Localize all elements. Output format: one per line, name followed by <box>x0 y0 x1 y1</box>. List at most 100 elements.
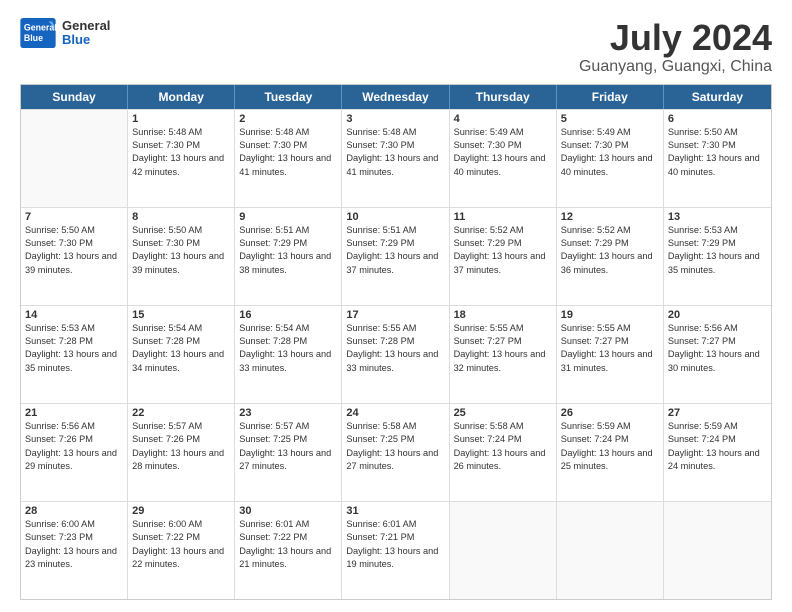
month-year-title: July 2024 <box>579 18 772 58</box>
calendar-cell-30: 30Sunrise: 6:01 AMSunset: 7:22 PMDayligh… <box>235 502 342 599</box>
sun-info: Sunrise: 5:55 AMSunset: 7:27 PMDaylight:… <box>561 322 659 375</box>
sun-info: Sunrise: 5:59 AMSunset: 7:24 PMDaylight:… <box>561 420 659 473</box>
weekday-header-wednesday: Wednesday <box>342 85 449 109</box>
calendar-week-1: 1Sunrise: 5:48 AMSunset: 7:30 PMDaylight… <box>21 109 771 207</box>
calendar-cell-10: 10Sunrise: 5:51 AMSunset: 7:29 PMDayligh… <box>342 208 449 305</box>
sun-info: Sunrise: 5:50 AMSunset: 7:30 PMDaylight:… <box>25 224 123 277</box>
calendar-header: SundayMondayTuesdayWednesdayThursdayFrid… <box>21 85 771 109</box>
day-number: 11 <box>454 211 552 223</box>
sun-info: Sunrise: 5:56 AMSunset: 7:27 PMDaylight:… <box>668 322 767 375</box>
day-number: 1 <box>132 113 230 125</box>
sun-info: Sunrise: 5:48 AMSunset: 7:30 PMDaylight:… <box>346 126 444 179</box>
sun-info: Sunrise: 5:49 AMSunset: 7:30 PMDaylight:… <box>454 126 552 179</box>
day-number: 6 <box>668 113 767 125</box>
calendar-cell-12: 12Sunrise: 5:52 AMSunset: 7:29 PMDayligh… <box>557 208 664 305</box>
sun-info: Sunrise: 5:54 AMSunset: 7:28 PMDaylight:… <box>132 322 230 375</box>
sun-info: Sunrise: 5:55 AMSunset: 7:28 PMDaylight:… <box>346 322 444 375</box>
calendar-cell-6: 6Sunrise: 5:50 AMSunset: 7:30 PMDaylight… <box>664 110 771 207</box>
calendar-cell-empty-4-5 <box>557 502 664 599</box>
calendar-cell-17: 17Sunrise: 5:55 AMSunset: 7:28 PMDayligh… <box>342 306 449 403</box>
day-number: 10 <box>346 211 444 223</box>
sun-info: Sunrise: 6:01 AMSunset: 7:22 PMDaylight:… <box>239 518 337 571</box>
weekday-header-monday: Monday <box>128 85 235 109</box>
sun-info: Sunrise: 5:59 AMSunset: 7:24 PMDaylight:… <box>668 420 767 473</box>
day-number: 5 <box>561 113 659 125</box>
day-number: 16 <box>239 309 337 321</box>
calendar-cell-8: 8Sunrise: 5:50 AMSunset: 7:30 PMDaylight… <box>128 208 235 305</box>
day-number: 18 <box>454 309 552 321</box>
svg-text:Blue: Blue <box>24 33 43 43</box>
calendar-cell-18: 18Sunrise: 5:55 AMSunset: 7:27 PMDayligh… <box>450 306 557 403</box>
calendar-cell-2: 2Sunrise: 5:48 AMSunset: 7:30 PMDaylight… <box>235 110 342 207</box>
day-number: 22 <box>132 407 230 419</box>
sun-info: Sunrise: 5:57 AMSunset: 7:26 PMDaylight:… <box>132 420 230 473</box>
calendar-week-5: 28Sunrise: 6:00 AMSunset: 7:23 PMDayligh… <box>21 501 771 599</box>
day-number: 28 <box>25 505 123 517</box>
day-number: 14 <box>25 309 123 321</box>
calendar-cell-empty-4-4 <box>450 502 557 599</box>
calendar-cell-15: 15Sunrise: 5:54 AMSunset: 7:28 PMDayligh… <box>128 306 235 403</box>
calendar-cell-26: 26Sunrise: 5:59 AMSunset: 7:24 PMDayligh… <box>557 404 664 501</box>
sun-info: Sunrise: 5:51 AMSunset: 7:29 PMDaylight:… <box>346 224 444 277</box>
day-number: 2 <box>239 113 337 125</box>
calendar-cell-24: 24Sunrise: 5:58 AMSunset: 7:25 PMDayligh… <box>342 404 449 501</box>
calendar-body: 1Sunrise: 5:48 AMSunset: 7:30 PMDaylight… <box>21 109 771 599</box>
calendar-cell-28: 28Sunrise: 6:00 AMSunset: 7:23 PMDayligh… <box>21 502 128 599</box>
logo-blue: Blue <box>62 33 110 47</box>
calendar-cell-23: 23Sunrise: 5:57 AMSunset: 7:25 PMDayligh… <box>235 404 342 501</box>
sun-info: Sunrise: 5:56 AMSunset: 7:26 PMDaylight:… <box>25 420 123 473</box>
sun-info: Sunrise: 5:55 AMSunset: 7:27 PMDaylight:… <box>454 322 552 375</box>
day-number: 12 <box>561 211 659 223</box>
day-number: 4 <box>454 113 552 125</box>
day-number: 8 <box>132 211 230 223</box>
day-number: 31 <box>346 505 444 517</box>
calendar-cell-13: 13Sunrise: 5:53 AMSunset: 7:29 PMDayligh… <box>664 208 771 305</box>
day-number: 13 <box>668 211 767 223</box>
weekday-header-sunday: Sunday <box>21 85 128 109</box>
sun-info: Sunrise: 5:58 AMSunset: 7:24 PMDaylight:… <box>454 420 552 473</box>
sun-info: Sunrise: 5:57 AMSunset: 7:25 PMDaylight:… <box>239 420 337 473</box>
location-subtitle: Guanyang, Guangxi, China <box>579 58 772 76</box>
weekday-header-friday: Friday <box>557 85 664 109</box>
day-number: 21 <box>25 407 123 419</box>
day-number: 24 <box>346 407 444 419</box>
calendar-week-3: 14Sunrise: 5:53 AMSunset: 7:28 PMDayligh… <box>21 305 771 403</box>
calendar-cell-11: 11Sunrise: 5:52 AMSunset: 7:29 PMDayligh… <box>450 208 557 305</box>
calendar-week-2: 7Sunrise: 5:50 AMSunset: 7:30 PMDaylight… <box>21 207 771 305</box>
calendar-cell-1: 1Sunrise: 5:48 AMSunset: 7:30 PMDaylight… <box>128 110 235 207</box>
sun-info: Sunrise: 5:51 AMSunset: 7:29 PMDaylight:… <box>239 224 337 277</box>
calendar-cell-31: 31Sunrise: 6:01 AMSunset: 7:21 PMDayligh… <box>342 502 449 599</box>
logo-icon: General Blue <box>20 18 56 48</box>
sun-info: Sunrise: 5:52 AMSunset: 7:29 PMDaylight:… <box>454 224 552 277</box>
calendar-cell-27: 27Sunrise: 5:59 AMSunset: 7:24 PMDayligh… <box>664 404 771 501</box>
sun-info: Sunrise: 5:58 AMSunset: 7:25 PMDaylight:… <box>346 420 444 473</box>
calendar-cell-7: 7Sunrise: 5:50 AMSunset: 7:30 PMDaylight… <box>21 208 128 305</box>
day-number: 26 <box>561 407 659 419</box>
day-number: 19 <box>561 309 659 321</box>
title-block: July 2024 Guanyang, Guangxi, China <box>579 18 772 76</box>
calendar-grid: SundayMondayTuesdayWednesdayThursdayFrid… <box>20 84 772 600</box>
calendar-cell-empty-4-6 <box>664 502 771 599</box>
weekday-header-tuesday: Tuesday <box>235 85 342 109</box>
day-number: 20 <box>668 309 767 321</box>
sun-info: Sunrise: 6:00 AMSunset: 7:22 PMDaylight:… <box>132 518 230 571</box>
calendar-cell-empty-0-0 <box>21 110 128 207</box>
day-number: 27 <box>668 407 767 419</box>
calendar-cell-21: 21Sunrise: 5:56 AMSunset: 7:26 PMDayligh… <box>21 404 128 501</box>
sun-info: Sunrise: 5:52 AMSunset: 7:29 PMDaylight:… <box>561 224 659 277</box>
day-number: 23 <box>239 407 337 419</box>
sun-info: Sunrise: 6:01 AMSunset: 7:21 PMDaylight:… <box>346 518 444 571</box>
sun-info: Sunrise: 5:54 AMSunset: 7:28 PMDaylight:… <box>239 322 337 375</box>
calendar-cell-29: 29Sunrise: 6:00 AMSunset: 7:22 PMDayligh… <box>128 502 235 599</box>
sun-info: Sunrise: 6:00 AMSunset: 7:23 PMDaylight:… <box>25 518 123 571</box>
day-number: 25 <box>454 407 552 419</box>
sun-info: Sunrise: 5:48 AMSunset: 7:30 PMDaylight:… <box>132 126 230 179</box>
weekday-header-thursday: Thursday <box>450 85 557 109</box>
page-header: General Blue General Blue July 2024 Guan… <box>20 18 772 76</box>
day-number: 9 <box>239 211 337 223</box>
day-number: 30 <box>239 505 337 517</box>
day-number: 29 <box>132 505 230 517</box>
logo-general: General <box>62 19 110 33</box>
logo: General Blue General Blue <box>20 18 110 48</box>
calendar-cell-3: 3Sunrise: 5:48 AMSunset: 7:30 PMDaylight… <box>342 110 449 207</box>
